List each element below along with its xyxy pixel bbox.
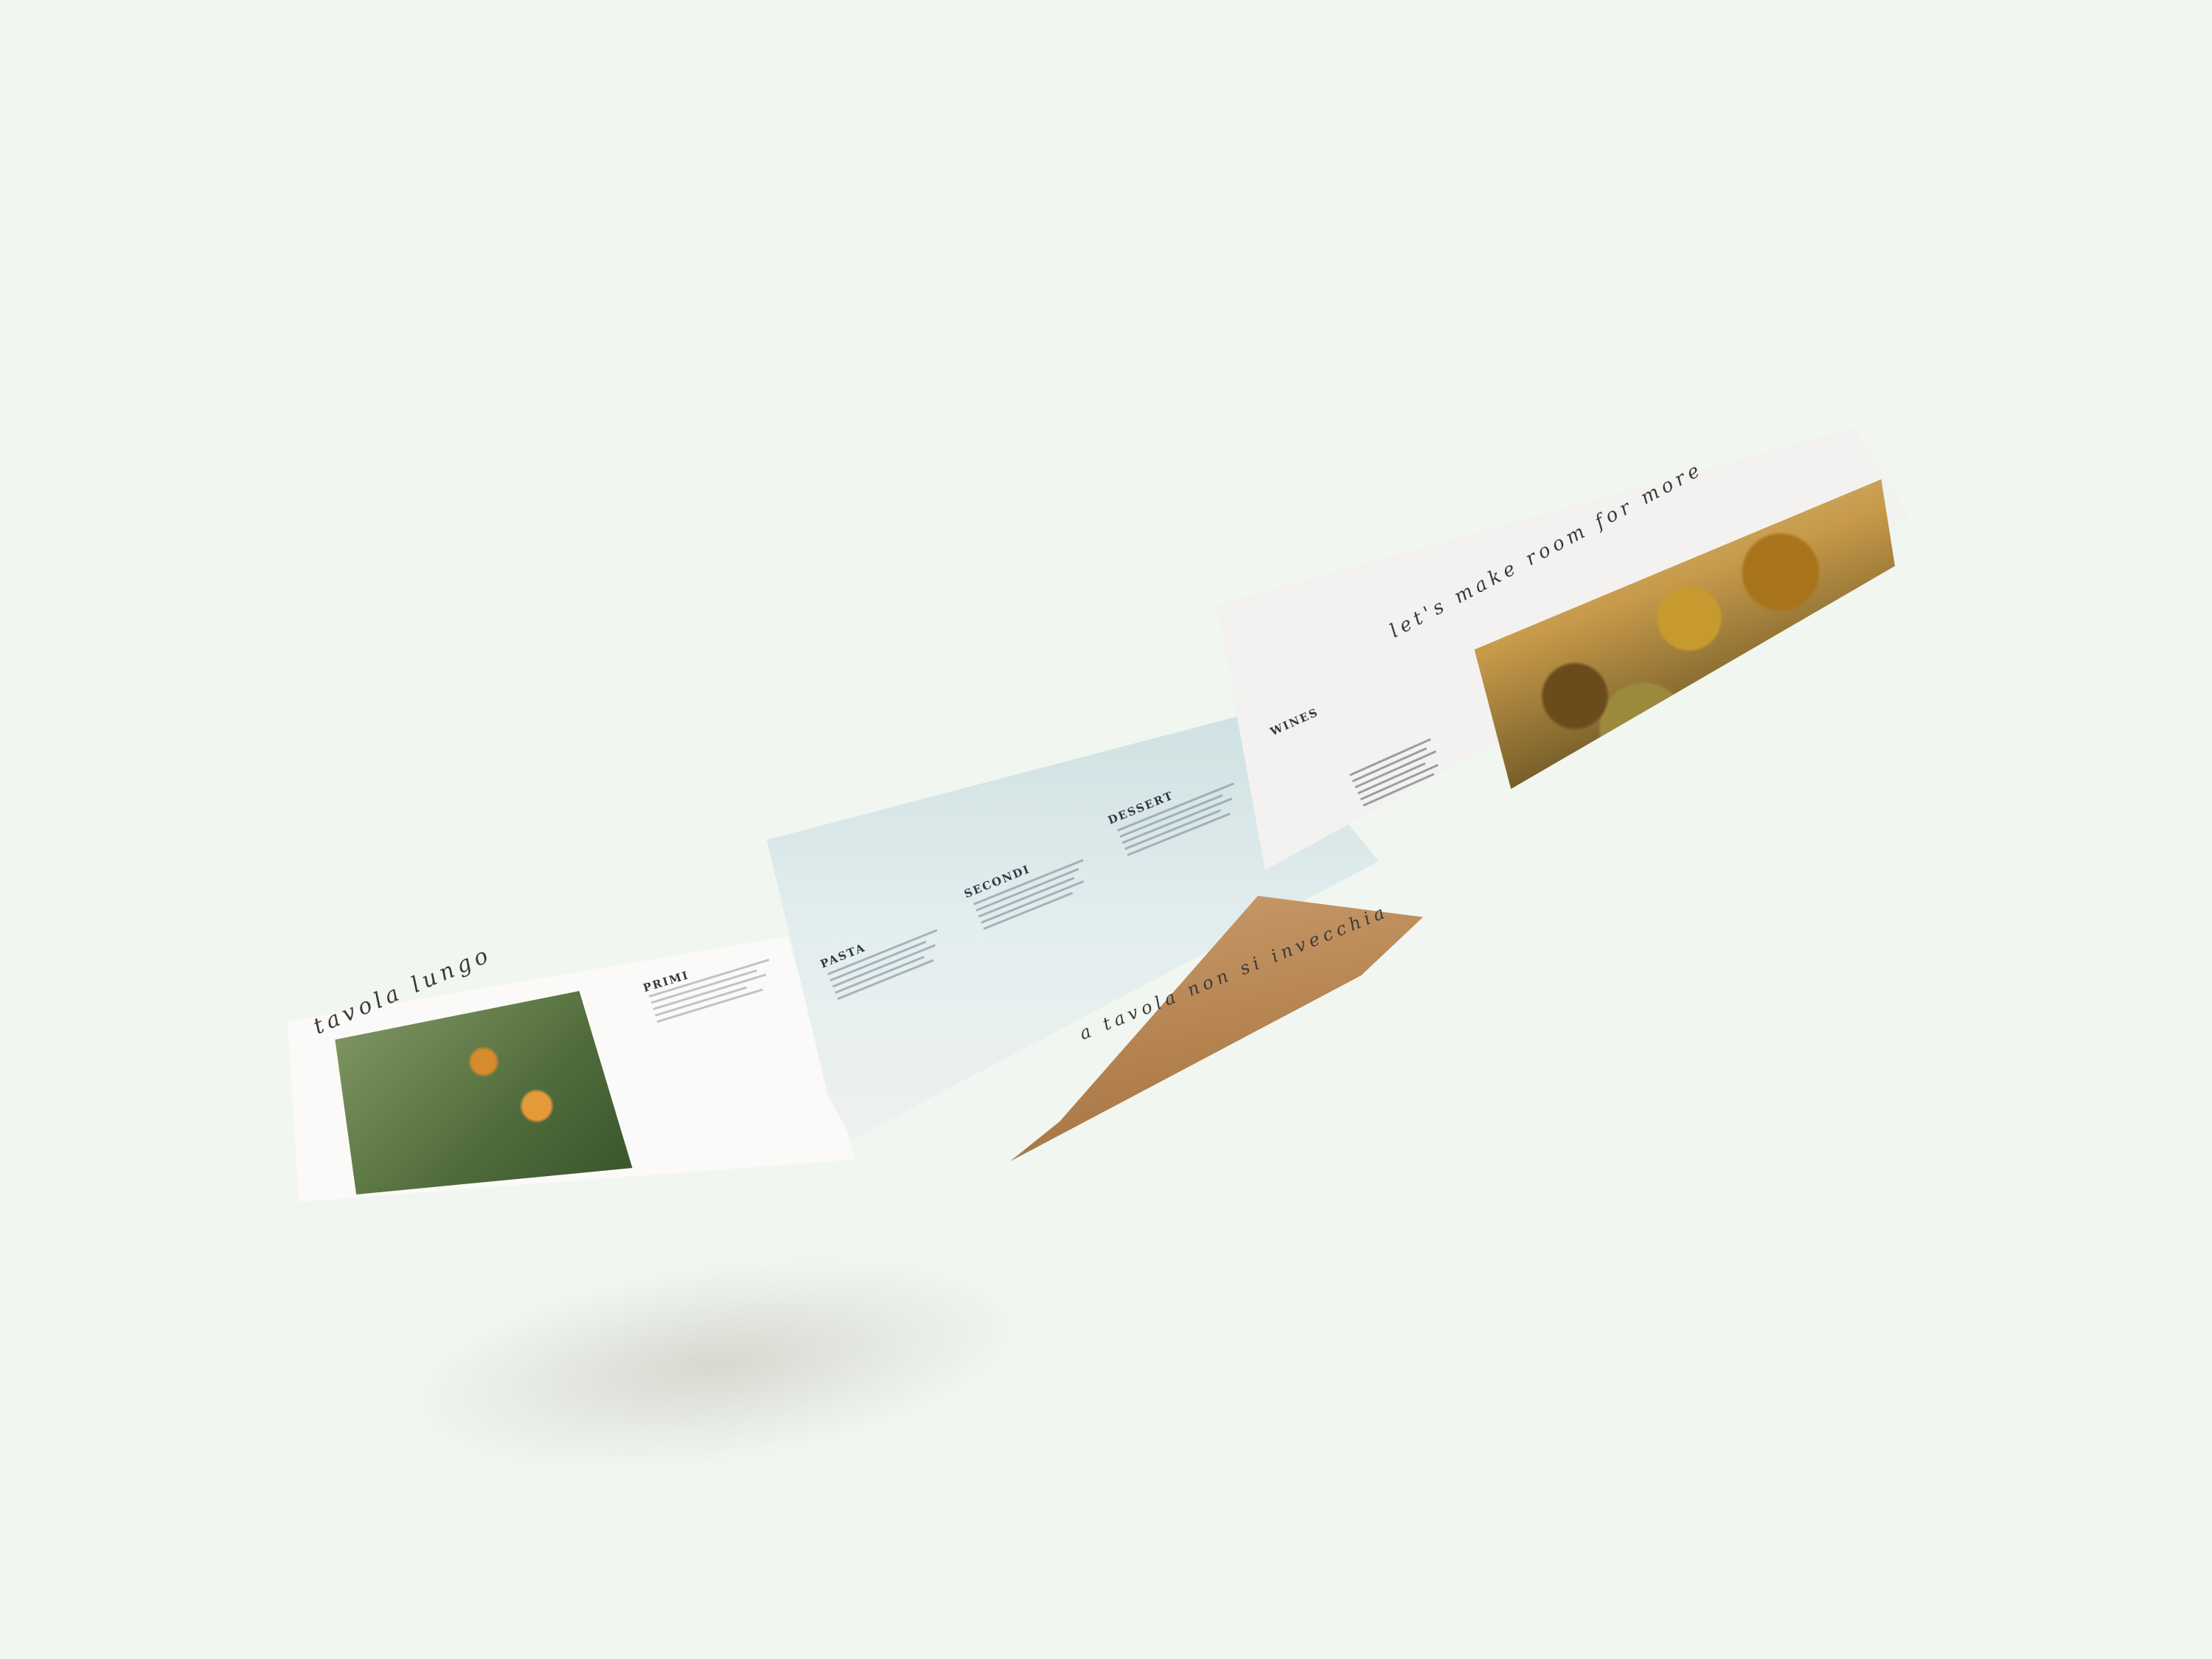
scene: tavola lungo PRIMI PASTA SECONDI DESSERT…	[0, 0, 2212, 1659]
drop-shadow	[402, 1227, 1029, 1501]
